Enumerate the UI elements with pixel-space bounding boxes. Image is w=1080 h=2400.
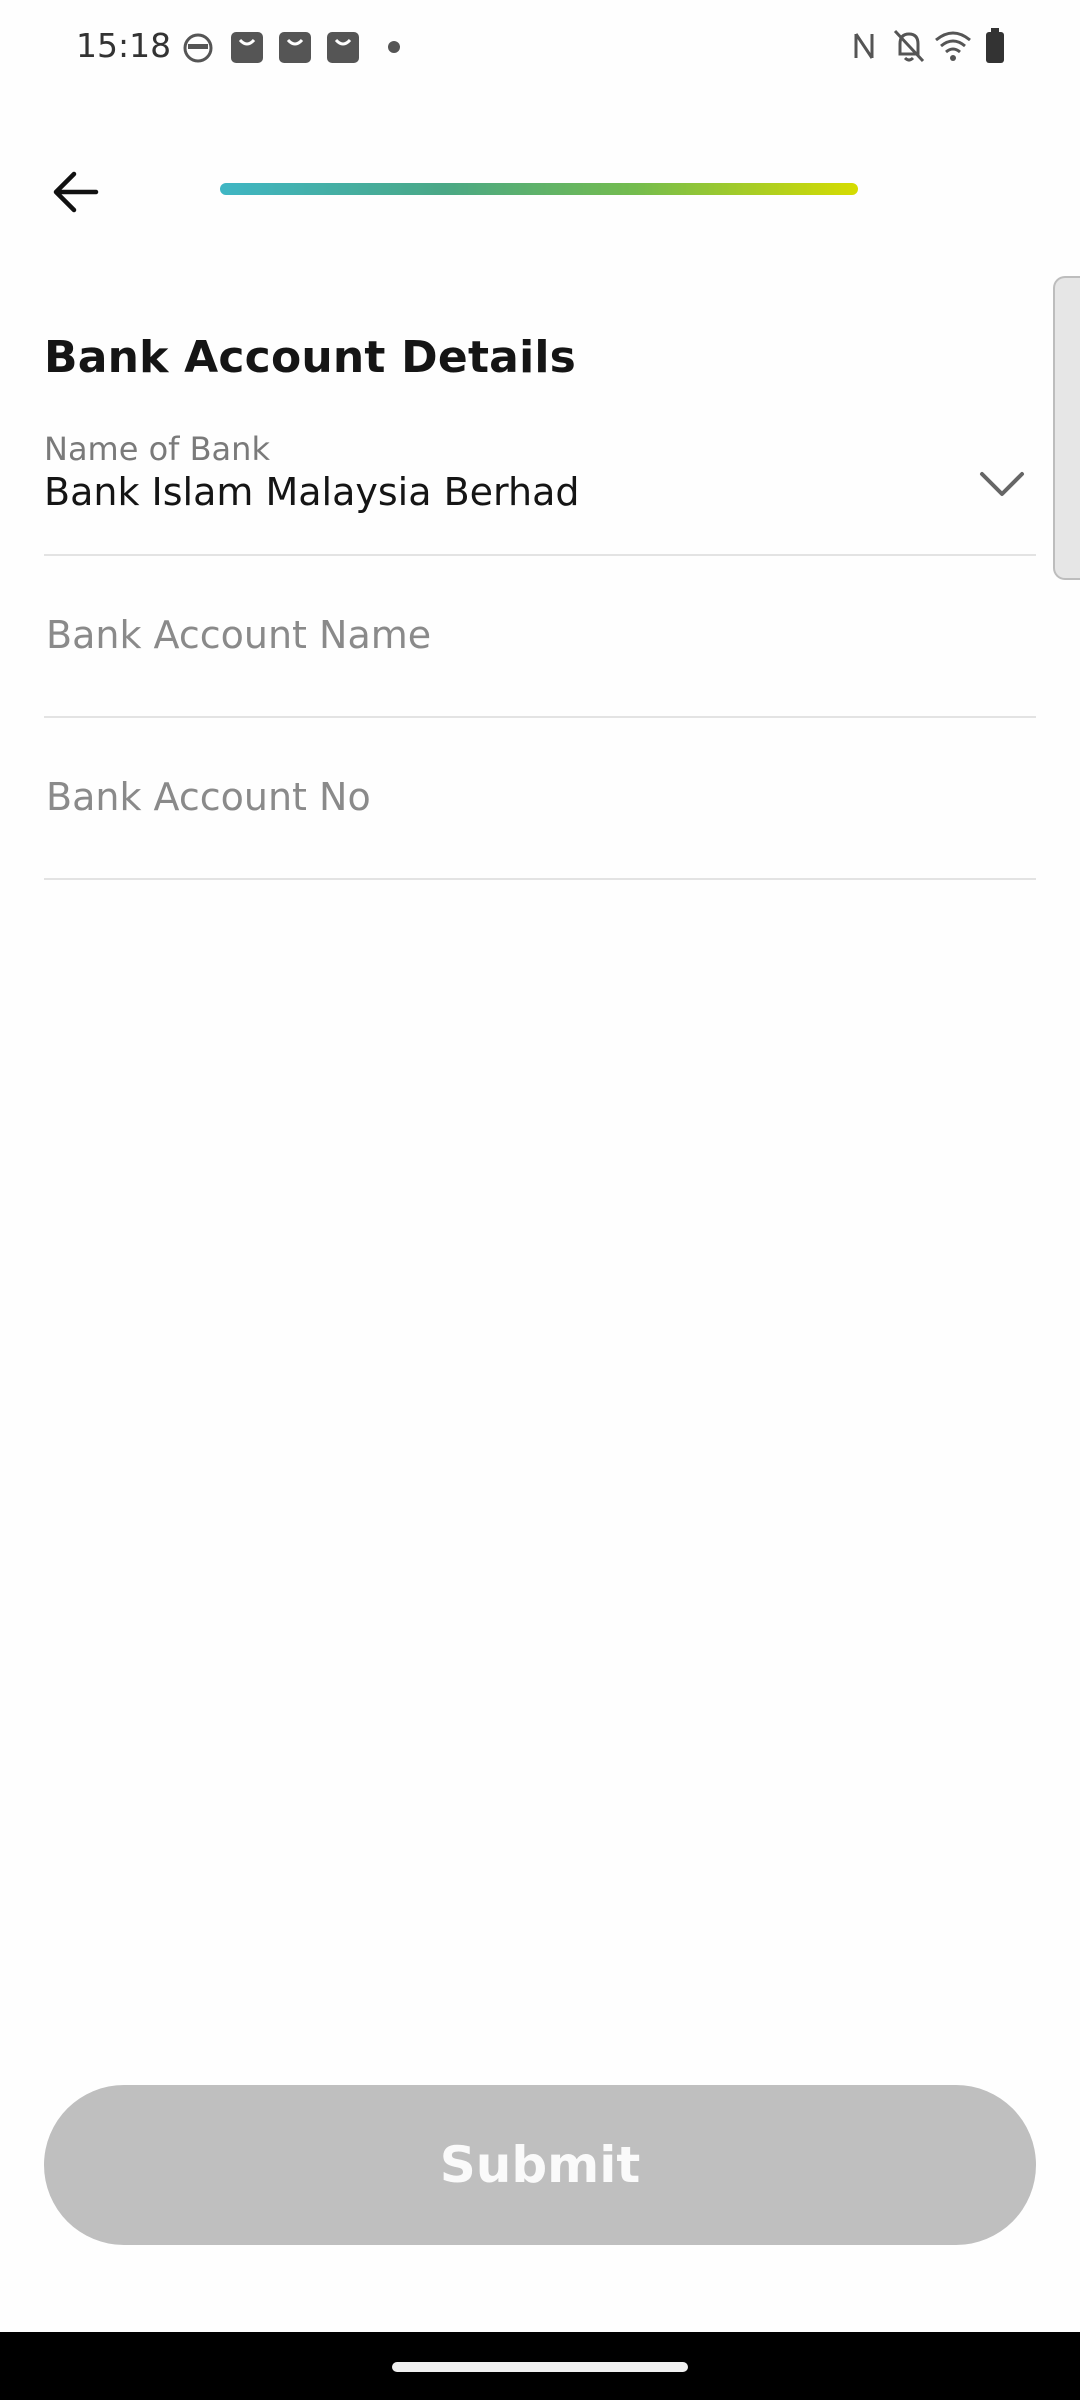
- header: [0, 140, 1080, 236]
- notification-dot-icon: [388, 41, 400, 53]
- bank-account-name-field: [44, 556, 1036, 718]
- bank-name-label: Name of Bank: [44, 430, 270, 468]
- home-indicator[interactable]: [392, 2362, 688, 2372]
- bank-name-value: Bank Islam Malaysia Berhad: [44, 470, 580, 514]
- wifi-icon: [935, 31, 971, 61]
- status-time: 15:18: [76, 26, 172, 65]
- bank-account-no-input[interactable]: [44, 762, 1006, 832]
- battery-icon: [986, 28, 1004, 63]
- nfc-icon: [854, 33, 874, 59]
- bank-name-dropdown[interactable]: Name of Bank Bank Islam Malaysia Berhad: [44, 426, 1036, 556]
- submit-button[interactable]: Submit: [44, 2085, 1036, 2245]
- shopping-bag-icon: [279, 32, 311, 63]
- shopping-bag-icon: [327, 32, 359, 63]
- bank-account-name-input[interactable]: [44, 600, 1006, 670]
- navigation-bar: [0, 2332, 1080, 2400]
- bell-off-icon: [893, 29, 925, 63]
- progress-bar: [220, 183, 858, 195]
- back-button[interactable]: [36, 152, 116, 232]
- side-panel-handle[interactable]: [1053, 276, 1080, 580]
- incognito-icon: [183, 33, 213, 63]
- page-title: Bank Account Details: [44, 332, 577, 383]
- arrow-left-icon: [53, 171, 99, 213]
- status-bar: 15:18: [0, 0, 1080, 96]
- bank-account-no-field: [44, 718, 1036, 880]
- shopping-bag-icon: [231, 32, 263, 63]
- chevron-down-icon[interactable]: [976, 458, 1028, 510]
